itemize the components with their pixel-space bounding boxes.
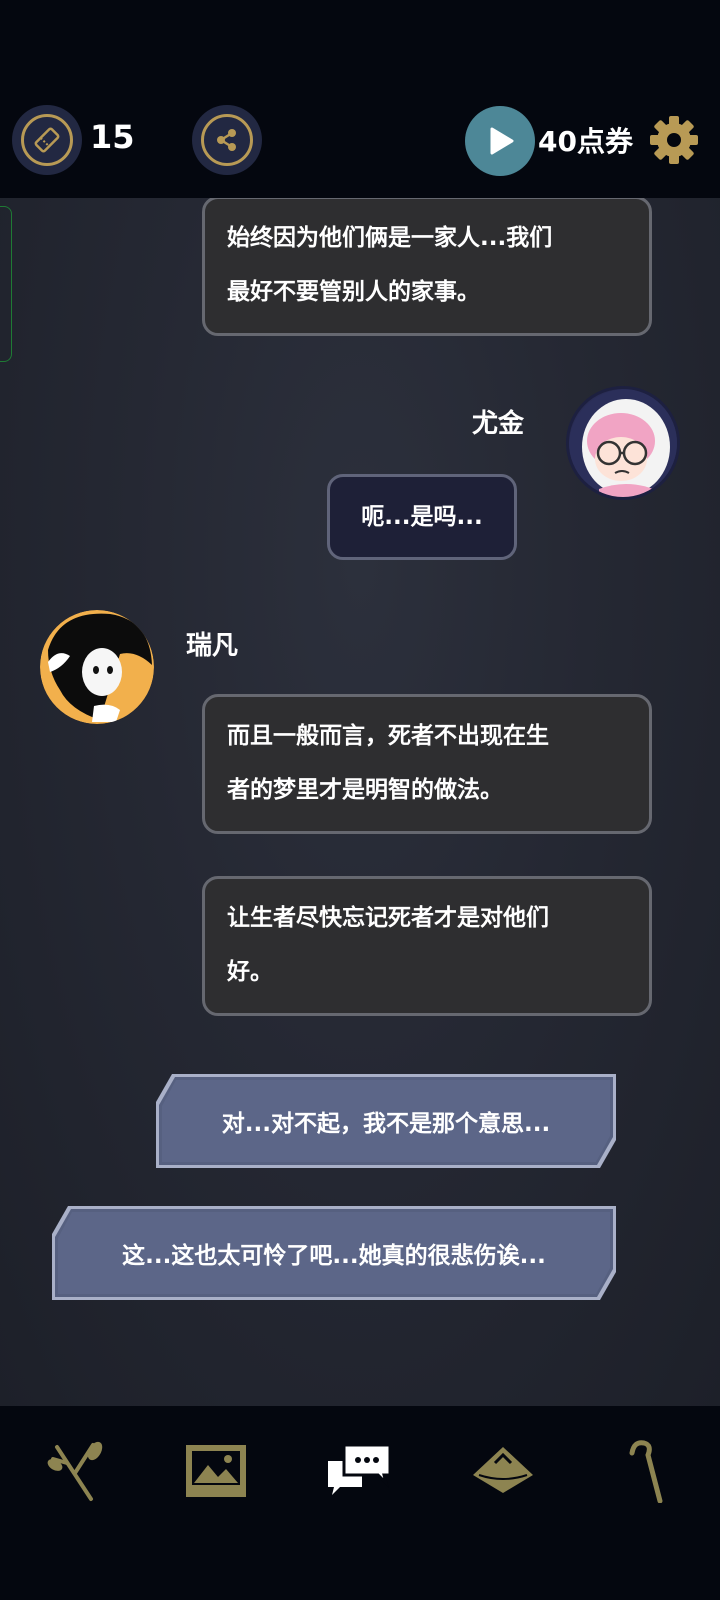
nav-item-branch[interactable] bbox=[40, 1438, 110, 1504]
gallery-icon bbox=[186, 1445, 246, 1497]
message-bubble-self: 呃...是吗... bbox=[327, 474, 517, 560]
nav-item-chat[interactable] bbox=[324, 1438, 394, 1504]
gear-icon[interactable] bbox=[648, 114, 700, 166]
chat-icon bbox=[328, 1443, 392, 1495]
message-text: 者的梦里才是明智的做法。 bbox=[227, 777, 503, 803]
choice-option-2[interactable]: 这...这也太可怜了吧...她真的很悲伤诶... bbox=[55, 1209, 613, 1297]
message-text: 始终因为他们俩是一家人...我们 bbox=[227, 225, 553, 251]
play-icon bbox=[490, 127, 514, 155]
share-icon bbox=[201, 114, 253, 166]
nav-item-gallery[interactable] bbox=[181, 1438, 251, 1504]
message-text: 让生者尽快忘记死者才是对他们 bbox=[227, 905, 549, 931]
branch-icon bbox=[47, 1441, 103, 1501]
message-text: 而且一般而言，死者不出现在生 bbox=[227, 723, 549, 749]
message-bubble: 让生者尽快忘记死者才是对他们 好。 bbox=[202, 876, 652, 1016]
ticket-icon bbox=[21, 114, 73, 166]
message-bubble: 始终因为他们俩是一家人...我们 最好不要管别人的家事。 bbox=[202, 198, 652, 336]
nav-item-map[interactable] bbox=[468, 1438, 538, 1504]
message-text: 好。 bbox=[227, 959, 273, 985]
nav-item-cane[interactable] bbox=[612, 1438, 682, 1504]
share-button[interactable] bbox=[192, 105, 262, 175]
ticket-count: 15 bbox=[90, 118, 135, 156]
avatar-rifan bbox=[40, 610, 154, 724]
choice-text: 这...这也太可怜了吧...她真的很悲伤诶... bbox=[122, 1243, 546, 1269]
choice-option-1[interactable]: 对...对不起，我不是那个意思... bbox=[159, 1077, 613, 1165]
message-text: 呃...是吗... bbox=[361, 504, 483, 530]
speaker-name: 瑞凡 bbox=[186, 631, 239, 661]
map-icon bbox=[473, 1447, 533, 1493]
choice-text: 对...对不起，我不是那个意思... bbox=[221, 1111, 551, 1137]
points-label: 40点券 bbox=[538, 125, 633, 158]
message-text: 最好不要管别人的家事。 bbox=[227, 279, 480, 305]
chat-area[interactable]: 始终因为他们俩是一家人...我们 最好不要管别人的家事。 尤金 呃...是吗..… bbox=[0, 198, 720, 1406]
avatar-eugene bbox=[566, 386, 680, 500]
play-button[interactable] bbox=[465, 106, 535, 176]
ticket-button[interactable] bbox=[12, 105, 82, 175]
message-bubble: 而且一般而言，死者不出现在生 者的梦里才是明智的做法。 bbox=[202, 694, 652, 834]
side-tab[interactable] bbox=[0, 206, 12, 362]
speaker-name: 尤金 bbox=[472, 409, 525, 439]
cane-icon bbox=[629, 1440, 663, 1503]
top-bar: 15 40点券 bbox=[0, 0, 720, 198]
